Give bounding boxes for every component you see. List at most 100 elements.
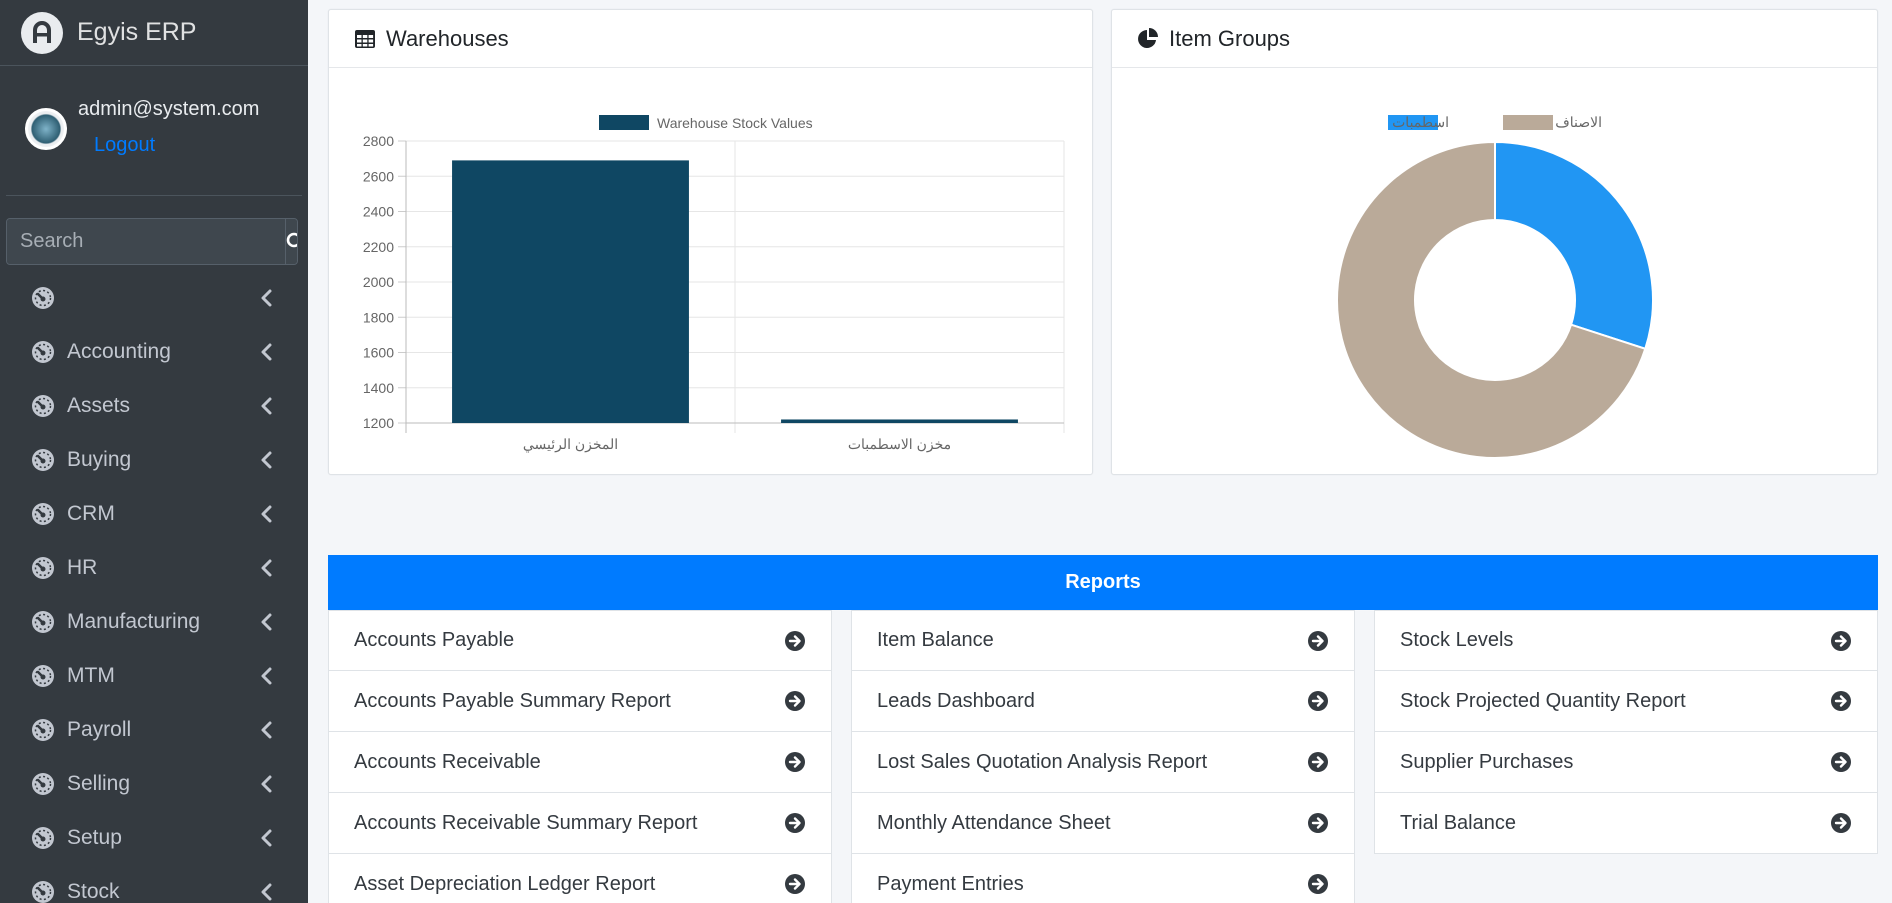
- report-label: Stock Levels: [1400, 629, 1514, 651]
- report-link-accounts-receivable-summary-report[interactable]: Accounts Receivable Summary Report: [328, 793, 832, 854]
- sidebar-item-payroll[interactable]: Payroll: [0, 703, 308, 757]
- pie-chart-icon: [1138, 27, 1158, 48]
- tachometer-icon: [31, 718, 55, 742]
- report-link-accounts-receivable[interactable]: Accounts Receivable: [328, 732, 832, 793]
- warehouses-card: Warehouses Warehouse Stock Values 1200 140…: [328, 9, 1093, 475]
- legend-swatch: [599, 115, 649, 130]
- sidebar-item-manufacturing[interactable]: Manufacturing: [0, 595, 308, 649]
- chevron-left-icon: [261, 289, 272, 307]
- y-tick-label: 2200: [363, 239, 394, 255]
- arrow-circle-right-icon: [1831, 630, 1851, 651]
- chevron-left-icon: [261, 667, 272, 685]
- user-email[interactable]: admin@system.com: [78, 96, 259, 122]
- arrow-circle-right-icon: [785, 752, 805, 772]
- avatar[interactable]: [25, 108, 67, 150]
- report-label: Supplier Purchases: [1400, 750, 1574, 773]
- search-input[interactable]: [7, 219, 285, 264]
- donut-slice[interactable]: [1494, 140, 1654, 351]
- report-link-monthly-attendance-sheet[interactable]: Monthly Attendance Sheet: [851, 793, 1355, 854]
- report-label: Accounts Receivable: [354, 750, 541, 773]
- sidebar-nav: Accounting Assets Buying CRM HR Manufacturing…: [0, 271, 308, 903]
- search-button[interactable]: [285, 219, 297, 264]
- reports-column-3: Stock Levels Stock Projected Quantity Rep…: [1374, 610, 1878, 854]
- bar[interactable]: [781, 419, 1018, 423]
- x-tick-label: مخزن الاسطمبات: [848, 436, 951, 453]
- x-tick-label: المخزن الرئيسي: [523, 436, 618, 453]
- sidebar-item-crm[interactable]: CRM: [0, 487, 308, 541]
- tachometer-icon: [31, 772, 55, 796]
- user-panel: admin@system.com Logout: [6, 66, 302, 196]
- report-link-item-balance[interactable]: Item Balance: [851, 610, 1355, 671]
- report-link-trial-balance[interactable]: Trial Balance: [1374, 793, 1878, 854]
- report-link-supplier-purchases[interactable]: Supplier Purchases: [1374, 732, 1878, 793]
- item-groups-donut-chart: اسطمبات الاصناف: [1336, 114, 1654, 459]
- chevron-left-icon: [261, 775, 272, 793]
- sidebar-item-label: MTM: [67, 664, 115, 687]
- arrow-circle-right-icon: [785, 874, 805, 894]
- chevron-left-icon: [261, 343, 272, 361]
- tachometer-icon: [31, 610, 55, 634]
- report-label: Trial Balance: [1400, 811, 1516, 834]
- report-label: Lost Sales Quotation Analysis Report: [877, 750, 1208, 773]
- report-link-leads-dashboard[interactable]: Leads Dashboard: [851, 671, 1355, 732]
- sidebar-item-assets[interactable]: Assets: [0, 379, 308, 433]
- sidebar-item-dashboard[interactable]: [0, 271, 308, 325]
- brand-name: Egyis ERP: [77, 18, 197, 46]
- tachometer-icon: [31, 394, 55, 418]
- report-link-stock-levels[interactable]: Stock Levels: [1374, 610, 1878, 671]
- legend-swatch: [1503, 115, 1553, 130]
- report-link-accounts-payable-summary-report[interactable]: Accounts Payable Summary Report: [328, 671, 832, 732]
- chevron-left-icon: [261, 883, 272, 901]
- item-groups-title: Item Groups: [1169, 25, 1291, 51]
- bar[interactable]: [452, 160, 689, 423]
- y-tick-label: 1400: [363, 380, 394, 396]
- arrow-circle-right-icon: [1308, 874, 1328, 894]
- legend-label: اسطمبات: [1392, 114, 1449, 130]
- brand-link[interactable]: Egyis ERP: [0, 0, 308, 66]
- report-label: Item Balance: [877, 629, 994, 651]
- report-link-accounts-payable[interactable]: Accounts Payable: [328, 610, 832, 671]
- search-icon: [286, 232, 297, 247]
- y-tick-label: 1800: [363, 309, 394, 325]
- arrow-circle-right-icon: [785, 813, 805, 833]
- sidebar-item-mtm[interactable]: MTM: [0, 649, 308, 703]
- tachometer-icon: [31, 556, 55, 580]
- y-tick-label: 2600: [363, 168, 394, 184]
- reports-column-1: Accounts Payable Accounts Payable Summary…: [328, 610, 832, 903]
- item-groups-card: Item Groups اسطمبات الاصناف: [1111, 9, 1878, 475]
- report-link-stock-projected-quantity-report[interactable]: Stock Projected Quantity Report: [1374, 671, 1878, 732]
- report-label: Monthly Attendance Sheet: [877, 811, 1111, 834]
- sidebar-item-accounting[interactable]: Accounting: [0, 325, 308, 379]
- sidebar-item-stock[interactable]: Stock: [0, 865, 308, 903]
- sidebar: Egyis ERP admin@system.com Logout Accoun…: [0, 0, 308, 903]
- arrow-circle-right-icon: [785, 691, 805, 711]
- sidebar-item-buying[interactable]: Buying: [0, 433, 308, 487]
- y-tick-label: 2800: [363, 133, 394, 149]
- tachometer-icon: [31, 664, 55, 688]
- sidebar-item-label: Payroll: [67, 718, 132, 741]
- report-link-lost-sales-quotation-analysis-report[interactable]: Lost Sales Quotation Analysis Report: [851, 732, 1355, 793]
- chevron-left-icon: [261, 559, 272, 577]
- report-link-asset-depreciation-ledger-report[interactable]: Asset Depreciation Ledger Report: [328, 854, 832, 903]
- y-tick-label: 2400: [363, 204, 394, 220]
- sidebar-item-selling[interactable]: Selling: [0, 757, 308, 811]
- sidebar-item-setup[interactable]: Setup: [0, 811, 308, 865]
- sidebar-item-label: HR: [67, 556, 98, 579]
- arrow-circle-right-icon: [1831, 813, 1851, 833]
- warehouses-title: Warehouses: [386, 25, 509, 51]
- report-label: Accounts Payable: [354, 629, 515, 651]
- tachometer-icon: [31, 880, 55, 903]
- report-link-payment-entries[interactable]: Payment Entries: [851, 854, 1355, 903]
- sidebar-item-hr[interactable]: HR: [0, 541, 308, 595]
- chevron-left-icon: [261, 613, 272, 631]
- tachometer-icon: [31, 826, 55, 850]
- arrow-circle-right-icon: [1308, 691, 1328, 711]
- arrow-circle-right-icon: [1831, 752, 1851, 772]
- chart-legend: Warehouse Stock Values: [599, 115, 813, 131]
- tachometer-icon: [31, 448, 55, 472]
- sidebar-item-label: CRM: [67, 502, 115, 525]
- chart-legend: اسطمبات الاصناف: [1388, 114, 1602, 130]
- sidebar-item-label: Accounting: [67, 340, 171, 363]
- logout-link[interactable]: Logout: [94, 134, 259, 157]
- y-tick-label: 1600: [363, 345, 394, 361]
